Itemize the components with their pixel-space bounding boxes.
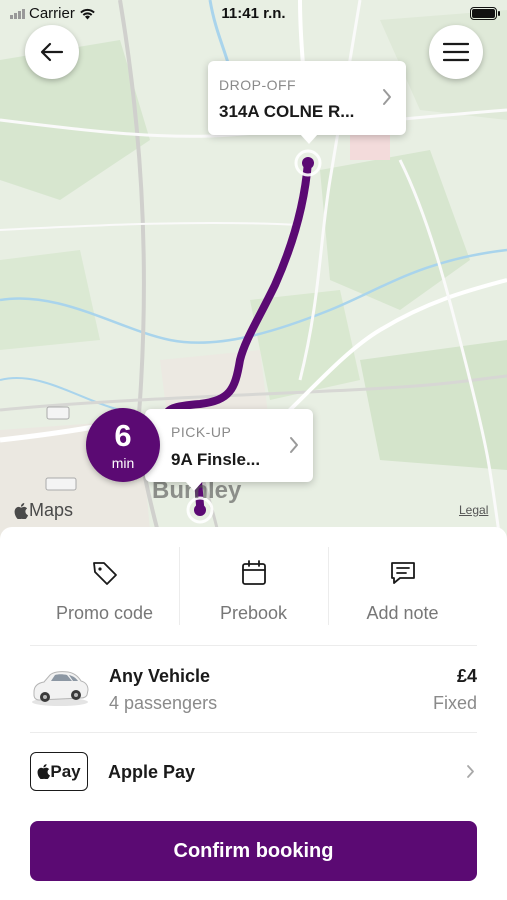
- fare-type: Fixed: [432, 693, 477, 713]
- pickup-address: 9A Finsle...: [171, 450, 261, 469]
- pickup-label: PICK-UP: [171, 424, 232, 440]
- chevron-right-icon: [383, 89, 391, 105]
- map-legal-link[interactable]: Legal: [459, 503, 488, 517]
- back-arrow-icon: [40, 42, 64, 62]
- promo-code-button[interactable]: Promo code: [30, 547, 179, 647]
- note-icon: [390, 562, 415, 584]
- prebook-label: Prebook: [219, 603, 288, 623]
- maps-brand-label: Maps: [29, 500, 74, 520]
- divider: [328, 547, 329, 625]
- battery-icon: [470, 7, 500, 20]
- booking-sheet: Promo code Prebook Add note Any Vehicle …: [0, 527, 507, 900]
- payment-method-name: Apple Pay: [108, 762, 196, 782]
- divider: [179, 547, 180, 625]
- add-note-button[interactable]: Add note: [328, 547, 477, 647]
- apple-logo-icon: [37, 764, 51, 779]
- chevron-right-icon: [290, 437, 298, 453]
- hamburger-menu-icon: [443, 42, 469, 62]
- status-time: 11:41 r.n.: [221, 5, 286, 22]
- eta-badge: 6 min: [86, 408, 160, 482]
- vehicle-name: Any Vehicle: [109, 666, 211, 686]
- chevron-right-icon: [467, 765, 474, 778]
- prebook-button[interactable]: Prebook: [179, 547, 328, 647]
- menu-button[interactable]: [429, 25, 483, 79]
- eta-unit: min: [111, 455, 135, 471]
- apple-maps-attribution: Maps: [14, 500, 73, 521]
- pickup-callout[interactable]: PICK-UP 9A Finsle...: [145, 409, 313, 491]
- back-button[interactable]: [25, 25, 79, 79]
- calendar-icon: [241, 560, 266, 585]
- add-note-label: Add note: [366, 603, 439, 623]
- payment-method-selector[interactable]: Pay Apple Pay: [30, 743, 477, 807]
- dropoff-callout[interactable]: DROP-OFF 314A COLNE R...: [208, 61, 406, 144]
- dropoff-label: DROP-OFF: [219, 77, 297, 93]
- tag-icon: [92, 562, 117, 585]
- confirm-booking-button[interactable]: Confirm booking: [30, 821, 477, 881]
- divider: [30, 645, 477, 646]
- promo-code-label: Promo code: [55, 603, 154, 623]
- divider: [30, 732, 477, 733]
- fare-price: £4: [456, 666, 477, 686]
- booking-actions: Promo code Prebook Add note: [30, 547, 477, 647]
- vehicle-passengers: 4 passengers: [109, 693, 218, 713]
- car-icon: [32, 671, 89, 706]
- status-bar: Carrier 11:41 r.n.: [0, 0, 507, 28]
- apple-logo-icon: [14, 502, 28, 519]
- eta-minutes: 6: [114, 418, 132, 453]
- apple-pay-badge: Pay: [30, 752, 88, 791]
- dropoff-address: 314A COLNE R...: [219, 102, 355, 121]
- vehicle-selector[interactable]: Any Vehicle 4 passengers £4 Fixed: [30, 657, 477, 733]
- apple-pay-badge-text: Pay: [50, 761, 81, 781]
